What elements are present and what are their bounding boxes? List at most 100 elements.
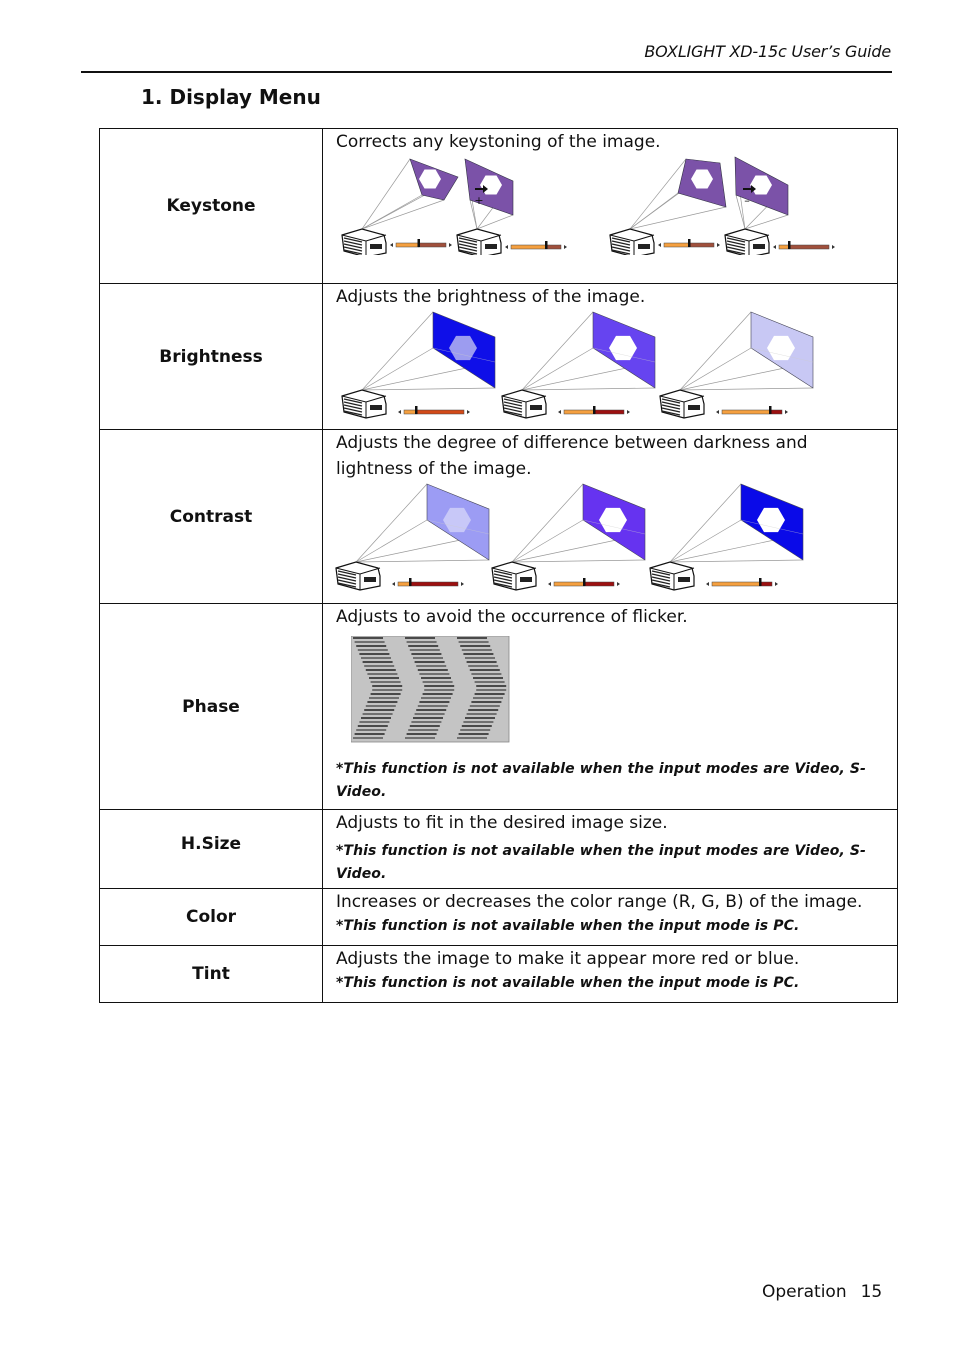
slider-left-arrow [773, 245, 776, 249]
slider-left-arrow [390, 243, 393, 247]
row-description: Adjusts to fit in the desired image size… [336, 813, 668, 833]
projection-ray [521, 347, 594, 391]
projector-icon [649, 561, 695, 591]
slider-right-arrow [627, 410, 630, 414]
slider-fill [563, 409, 595, 415]
slider-fill [778, 244, 790, 250]
row-label: Contrast [99, 429, 323, 604]
row-description: Adjusts to avoid the occurrence of flick… [336, 607, 688, 627]
adjustment-slider [505, 241, 567, 250]
slider-thumb [759, 578, 762, 586]
projection-ray [361, 311, 434, 391]
projector-lens-panel [753, 244, 765, 249]
projection-ray [679, 347, 752, 391]
slider-thumb [688, 239, 691, 247]
projection-ray [511, 483, 584, 563]
slider-left-arrow [398, 410, 401, 414]
projection-ray [669, 519, 742, 563]
section-title: 1. Display Menu [141, 85, 321, 109]
slider-fill [397, 581, 411, 587]
projector-lens-panel [530, 405, 542, 410]
adjustment-slider [548, 578, 620, 587]
slider-thumb [409, 578, 412, 586]
projection-ray [355, 483, 428, 563]
table-row-tint: Tint Adjusts the image to make it appear… [99, 945, 898, 1003]
projector-lens-panel [520, 577, 532, 582]
adjustment-slider [706, 578, 778, 587]
adjustment-slider [558, 406, 630, 415]
display-menu-table: Keystone Corrects any keystoning of the … [99, 128, 898, 1003]
slider-track [418, 242, 447, 248]
slider-track [759, 581, 773, 587]
slider-thumb [417, 239, 420, 247]
row-description: Corrects any keystoning of the image. [336, 132, 661, 152]
page-number: 15 [860, 1282, 883, 1302]
table-row-brightness: Brightness Adjusts the brightness of the… [99, 283, 898, 430]
projection-ray [361, 387, 496, 391]
slider-left-arrow [392, 582, 395, 586]
projection-ray [511, 559, 646, 563]
slider-right-arrow [461, 582, 464, 586]
table-row-hsize: H.Size Adjusts to fit in the desired ima… [99, 809, 898, 889]
projection-ray [361, 158, 411, 230]
table-row-keystone: Keystone Corrects any keystoning of the … [99, 128, 898, 284]
projector-body [659, 389, 705, 419]
slider-left-arrow [558, 410, 561, 414]
header-rule [81, 71, 892, 73]
projector-body [501, 389, 547, 419]
projection-ray [511, 519, 584, 563]
slider-right-arrow [785, 410, 788, 414]
projection-ray [669, 483, 742, 563]
row-description: Adjusts the image to make it appear more… [336, 949, 800, 969]
footer-section: Operation [762, 1282, 847, 1302]
projection-ray [361, 347, 434, 391]
projector-icon [335, 561, 381, 591]
slider-thumb [593, 406, 596, 414]
projection-ray [669, 559, 804, 563]
projector-icon [659, 389, 705, 419]
slider-fill [711, 581, 761, 587]
projection-ray [679, 387, 814, 391]
projector-lens-panel [485, 244, 497, 249]
slider-thumb [415, 406, 418, 414]
slider-fill [553, 581, 585, 587]
projection-ray [361, 194, 423, 230]
availability-note: *This function is not available when the… [336, 761, 866, 800]
row-description: Increases or decreases the color range (… [336, 892, 863, 912]
contrast-illustration [335, 483, 804, 591]
slider-fill [721, 409, 771, 415]
keystone-illustration: + – [341, 156, 835, 255]
projector-icon [491, 561, 537, 591]
projector-icon [724, 228, 770, 255]
slider-track [688, 242, 715, 248]
slider-track [593, 409, 625, 415]
slider-thumb [788, 241, 791, 249]
availability-note: *This function is not available when the… [336, 918, 800, 934]
row-description: Adjusts the brightness of the image. [336, 287, 646, 307]
table-row-contrast: Contrast Adjusts the degree of differenc… [99, 429, 898, 604]
projection-ray [679, 311, 752, 391]
operator-label: + [474, 194, 483, 207]
page-footer: Operation 15 [762, 1282, 882, 1302]
adjustment-slider [716, 406, 788, 415]
adjustment-slider [773, 241, 835, 250]
row-label: Phase [99, 603, 323, 810]
slider-left-arrow [716, 410, 719, 414]
row-label: Tint [99, 945, 323, 1003]
slider-thumb [583, 578, 586, 586]
slider-track [409, 581, 459, 587]
adjustment-slider [392, 578, 464, 587]
slider-left-arrow [548, 582, 551, 586]
slider-fill [510, 244, 547, 250]
adjustment-slider [390, 239, 452, 248]
projector-icon [456, 228, 502, 255]
slider-fill [663, 242, 690, 248]
slider-thumb [545, 241, 548, 249]
projector-body [491, 561, 537, 591]
slider-right-arrow [717, 243, 720, 247]
projection-ray [355, 559, 490, 563]
document-header-title: BOXLIGHT XD-15c User’s Guide [644, 42, 891, 61]
slider-left-arrow [658, 243, 661, 247]
projector-body [335, 561, 381, 591]
slider-right-arrow [832, 245, 835, 249]
